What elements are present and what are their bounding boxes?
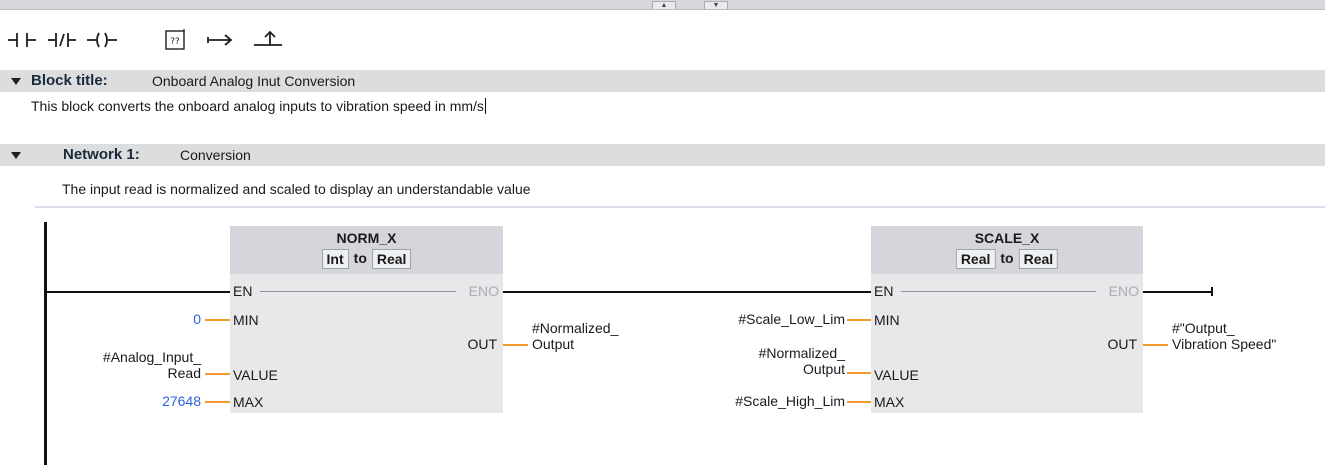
text-cursor	[484, 98, 486, 114]
close-branch-button[interactable]	[248, 22, 288, 58]
norm-x-type-selector: Int to Real	[321, 249, 412, 269]
block-comment-text: This block converts the onboard analog i…	[31, 98, 484, 114]
norm-x-out-operand-line1[interactable]: #Normalized_	[532, 320, 618, 336]
empty-box-icon: ??	[165, 29, 185, 50]
scale-x-out-pin[interactable]: OUT	[1107, 336, 1137, 352]
norm-x-out-wire	[503, 344, 528, 346]
ladder-element-toolbar: ??	[0, 14, 1325, 69]
scale-x-out-operand-line2[interactable]: Vibration Speed"	[1172, 336, 1276, 352]
open-branch-icon	[207, 34, 233, 46]
split-down-arrow-icon[interactable]: ▼	[704, 1, 728, 9]
norm-x-value-wire	[205, 373, 230, 375]
open-branch-button[interactable]	[200, 22, 240, 58]
scale-x-min-wire	[847, 319, 871, 321]
normally-closed-contact-icon	[48, 33, 76, 47]
scale-x-out-operand-line1[interactable]: #"Output_	[1172, 320, 1235, 336]
scale-x-value-operand-line2[interactable]: Output	[803, 361, 845, 377]
scale-x-type-selector: Real to Real	[955, 249, 1059, 269]
normally-open-contact-icon	[8, 33, 36, 47]
scale-x-eno-pin[interactable]: ENO	[1109, 283, 1139, 299]
network-comment-divider	[35, 206, 1325, 208]
scale-eno-output-wire	[1143, 291, 1213, 293]
output-coil-button[interactable]	[82, 22, 122, 58]
collapse-network-icon[interactable]	[9, 144, 23, 166]
norm-x-min-operand[interactable]: 0	[193, 311, 201, 327]
network-title[interactable]: Conversion	[180, 144, 251, 166]
norm-x-en-pin[interactable]: EN	[233, 283, 252, 299]
scale-x-type-to-word: to	[1000, 250, 1014, 266]
network-header-row: Network 1: Conversion	[0, 144, 1325, 166]
norm-x-value-operand-line1[interactable]: #Analog_Input_	[103, 349, 201, 365]
scale-x-header: SCALE_X Real to Real	[871, 226, 1143, 274]
norm-x-min-pin[interactable]: MIN	[233, 312, 259, 328]
norm-x-header: NORM_X Int to Real	[230, 226, 503, 274]
block-title-row: Block title: Onboard Analog Inut Convers…	[0, 70, 1325, 92]
norm-x-out-operand-line2[interactable]: Output	[532, 336, 574, 352]
norm-x-name: NORM_X	[336, 230, 397, 246]
scale-x-type-from[interactable]: Real	[955, 249, 996, 269]
scale-x-max-pin[interactable]: MAX	[874, 394, 904, 410]
scale-x-type-to[interactable]: Real	[1018, 249, 1059, 269]
empty-box-button[interactable]: ??	[156, 22, 196, 58]
norm-x-min-wire	[205, 319, 230, 321]
rail-to-norm-en-wire	[46, 291, 230, 293]
scale-x-max-wire	[847, 401, 871, 403]
scale-x-min-operand[interactable]: #Scale_Low_Lim	[738, 311, 845, 327]
block-title-value[interactable]: Onboard Analog Inut Conversion	[152, 70, 355, 92]
scale-x-en-eno-line	[901, 291, 1096, 292]
norm-x-block[interactable]: NORM_X Int to Real EN ENO MIN OUT VALUE …	[230, 226, 503, 413]
scale-x-value-operand-line1[interactable]: #Normalized_	[759, 345, 845, 361]
norm-x-max-operand[interactable]: 27648	[162, 393, 201, 409]
network-comment[interactable]: The input read is normalized and scaled …	[62, 180, 531, 198]
scale-x-name: SCALE_X	[974, 230, 1040, 246]
left-power-rail	[44, 222, 47, 465]
network-label: Network 1:	[63, 146, 140, 163]
norm-x-value-pin[interactable]: VALUE	[233, 367, 278, 383]
norm-x-max-wire	[205, 401, 230, 403]
norm-x-out-pin[interactable]: OUT	[467, 336, 497, 352]
normally-closed-contact-button[interactable]	[42, 22, 82, 58]
norm-x-type-from[interactable]: Int	[321, 249, 349, 269]
norm-x-en-eno-line	[260, 291, 456, 292]
output-coil-icon	[87, 32, 117, 48]
norm-x-eno-pin[interactable]: ENO	[469, 283, 499, 299]
scale-x-max-operand[interactable]: #Scale_High_Lim	[735, 393, 845, 409]
norm-eno-to-scale-en-wire	[503, 291, 871, 293]
norm-x-type-to[interactable]: Real	[371, 249, 412, 269]
split-up-arrow-icon[interactable]: ▲	[652, 1, 676, 9]
scale-x-block[interactable]: SCALE_X Real to Real EN ENO MIN OUT VALU…	[871, 226, 1143, 413]
norm-x-type-to-word: to	[353, 250, 367, 266]
close-branch-icon	[254, 30, 282, 46]
svg-text:??: ??	[170, 37, 180, 47]
wire-end-marker	[1211, 287, 1213, 296]
editor-split-bar: ▲ ▼	[0, 0, 1325, 10]
collapse-block-title-icon[interactable]	[9, 70, 23, 92]
scale-x-value-pin[interactable]: VALUE	[874, 367, 919, 383]
scale-x-min-pin[interactable]: MIN	[874, 312, 900, 328]
normally-open-contact-button[interactable]	[2, 22, 42, 58]
block-title-label: Block title:	[31, 72, 108, 89]
norm-x-max-pin[interactable]: MAX	[233, 394, 263, 410]
scale-x-out-wire	[1143, 344, 1168, 346]
norm-x-value-operand-line2[interactable]: Read	[168, 365, 201, 381]
block-comment[interactable]: This block converts the onboard analog i…	[31, 97, 486, 115]
scale-x-en-pin[interactable]: EN	[874, 283, 893, 299]
scale-x-value-wire	[847, 372, 871, 374]
